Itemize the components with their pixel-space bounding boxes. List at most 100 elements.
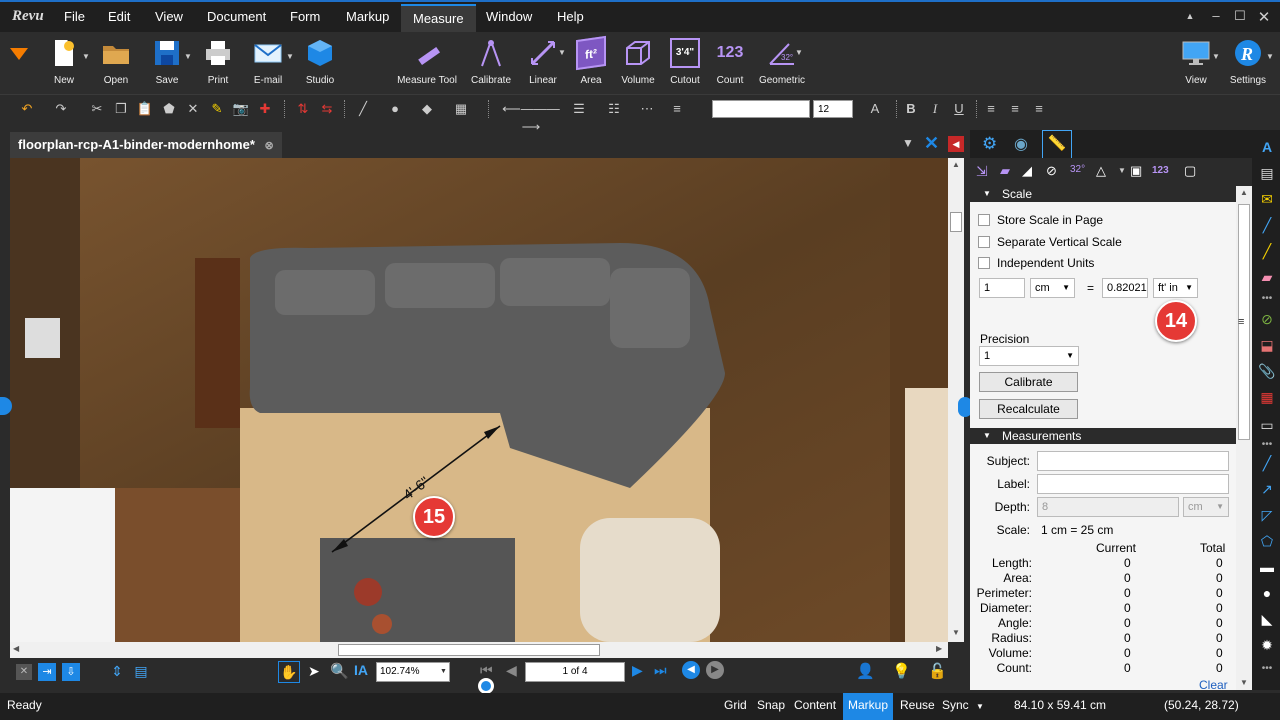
opacity-icon[interactable]: ◆ xyxy=(418,100,436,118)
scroll-right-icon[interactable]: ▶ xyxy=(936,644,942,653)
status-sync[interactable]: Sync xyxy=(942,698,969,712)
previous-page-icon[interactable]: ◀ xyxy=(506,662,517,679)
highlighter-icon[interactable]: ╱ xyxy=(1258,242,1276,260)
stamp-tool-icon[interactable]: ⬓ xyxy=(1258,336,1276,354)
ribbon-collapse-icon[interactable]: ▲ xyxy=(1180,11,1200,29)
sync-dropdown-icon[interactable]: ▼ xyxy=(976,702,984,711)
maximize-icon[interactable]: ☐ xyxy=(1230,8,1250,26)
next-page-icon[interactable]: ▶ xyxy=(632,662,643,679)
vertical-scroll-thumb[interactable] xyxy=(950,212,962,232)
geometric-button[interactable]: 32° Geometric xyxy=(752,36,812,92)
last-page-icon[interactable]: ⏭ xyxy=(654,662,667,679)
ellipse-tool-icon[interactable]: ● xyxy=(1258,584,1276,602)
panel-area-icon[interactable]: ▰ xyxy=(1000,163,1010,179)
text-color-icon[interactable]: A xyxy=(866,100,884,118)
cloud-tool-icon[interactable]: ◣ xyxy=(1258,610,1276,628)
panel-scrollbar[interactable]: ▲ ▼ xyxy=(1236,186,1252,690)
user-icon[interactable]: 👤 xyxy=(856,662,875,680)
bottom-panel-handle[interactable] xyxy=(478,678,494,694)
menu-document[interactable]: Document xyxy=(195,4,278,32)
panel-count-icon[interactable]: 123 xyxy=(1152,165,1169,176)
menu-measure[interactable]: Measure xyxy=(401,4,476,32)
studio-button[interactable]: Studio xyxy=(290,36,350,92)
stamp-icon[interactable]: ⬟ xyxy=(160,100,178,118)
panel-resize-grip-icon[interactable]: ≡ xyxy=(1238,316,1244,328)
callout-icon[interactable]: ▭ xyxy=(1258,416,1276,434)
next-view-icon[interactable]: ▶ xyxy=(706,661,724,679)
properties-gear-icon[interactable]: ⚙ xyxy=(982,134,997,154)
pan-hand-icon[interactable]: ✋ xyxy=(278,661,300,683)
panel-volume-icon[interactable]: ▣ xyxy=(1130,163,1142,179)
format-painter-icon[interactable]: ✎ xyxy=(208,100,226,118)
clear-link[interactable]: Clear xyxy=(1199,678,1228,690)
panel-scroll-up-icon[interactable]: ▲ xyxy=(1240,188,1248,197)
panel-polygon-icon[interactable]: ◢ xyxy=(1022,163,1032,179)
measurements-section-header[interactable]: ▼ Measurements xyxy=(970,428,1236,444)
link-icon[interactable]: ⊘ xyxy=(1258,310,1276,328)
settings-dropdown-icon[interactable]: ▼ xyxy=(1266,52,1274,61)
download-icon[interactable]: ⇩ xyxy=(62,663,80,681)
page-number-input[interactable]: 1 of 4 xyxy=(525,662,625,682)
close-tab-icon[interactable]: ⊗ xyxy=(265,140,274,152)
geometric-dropdown-icon[interactable]: ▼ xyxy=(795,48,803,57)
measurements-tab-icon[interactable]: 📏 xyxy=(1042,130,1072,158)
markup-icon[interactable]: ✚ xyxy=(256,100,274,118)
scale-section-header[interactable]: ▼ Scale xyxy=(970,186,1236,202)
minimize-icon[interactable]: – xyxy=(1206,8,1226,26)
select-text-icon[interactable]: IA xyxy=(354,662,368,678)
zoom-dropdown-icon[interactable]: ▼ xyxy=(440,668,447,675)
scale-right-unit-select[interactable]: ft' in ▼ xyxy=(1153,278,1198,298)
font-family-select[interactable] xyxy=(712,100,810,118)
menu-help[interactable]: Help xyxy=(545,4,596,32)
scale-left-unit-select[interactable]: cm ▼ xyxy=(1030,278,1075,298)
menu-file[interactable]: File xyxy=(52,4,97,32)
store-scale-checkbox[interactable] xyxy=(978,214,990,226)
line-tool-icon[interactable]: ╱ xyxy=(1258,454,1276,472)
email-button[interactable]: E-mail xyxy=(238,36,298,92)
close-document-icon[interactable]: ✕ xyxy=(924,133,939,154)
scroll-left-icon[interactable]: ◀ xyxy=(13,644,19,653)
arrow-tool-icon[interactable]: ↗ xyxy=(1258,480,1276,498)
line-start-end-icon[interactable]: ⟵———⟶ xyxy=(496,100,566,134)
split-view-icon[interactable]: ▤ xyxy=(132,663,150,681)
menu-view[interactable]: View xyxy=(143,4,195,32)
italic-icon[interactable]: I xyxy=(926,100,944,118)
flip-icon[interactable]: ⇅ xyxy=(294,100,312,118)
view-button[interactable]: View xyxy=(1166,36,1226,92)
fill-color-icon[interactable]: ● xyxy=(386,100,404,118)
status-content[interactable]: Content xyxy=(794,698,836,712)
count-button[interactable]: 123 Count xyxy=(700,36,760,92)
fit-width-icon[interactable]: ⇕ xyxy=(108,663,126,681)
new-button[interactable]: New xyxy=(34,36,94,92)
polyline-icon[interactable]: ◸ xyxy=(1258,506,1276,524)
panel-scroll-down-icon[interactable]: ▼ xyxy=(1240,678,1248,687)
font-size-select[interactable]: 12 xyxy=(813,100,853,118)
line-style-icon[interactable]: ☰ xyxy=(570,100,588,118)
align-center-icon[interactable]: ≡ xyxy=(1006,100,1024,118)
panel-tools-dropdown-icon[interactable]: ▼ xyxy=(1118,166,1126,175)
align-right-icon[interactable]: ≡ xyxy=(1030,100,1048,118)
panel-linear-icon[interactable]: ⇲ xyxy=(976,163,988,180)
attachment-icon[interactable]: 📎 xyxy=(1258,362,1276,380)
recalculate-button[interactable]: Recalculate xyxy=(979,399,1078,419)
menu-window[interactable]: Window xyxy=(474,4,544,32)
image-icon[interactable]: ▦ xyxy=(1258,388,1276,406)
note-icon[interactable]: ✉ xyxy=(1258,190,1276,208)
previous-view-icon[interactable]: ◀ xyxy=(682,661,700,679)
select-arrow-icon[interactable]: ➤ xyxy=(308,663,320,680)
separate-vertical-checkbox[interactable] xyxy=(978,236,990,248)
measure-tool-button[interactable]: ▬ Measure Tool xyxy=(396,36,458,92)
menu-markup[interactable]: Markup xyxy=(334,4,401,32)
zoom-icon[interactable]: 🔍 xyxy=(330,662,349,680)
hatch-icon[interactable]: ▦ xyxy=(452,100,470,118)
close-window-icon[interactable]: ✕ xyxy=(1254,8,1274,26)
panel-cutout-icon[interactable]: ▢ xyxy=(1184,163,1196,179)
scroll-down-icon[interactable]: ▼ xyxy=(952,628,960,637)
typewriter-icon[interactable]: ▤ xyxy=(1258,164,1276,182)
import-icon[interactable]: ⇥ xyxy=(38,663,56,681)
bold-icon[interactable]: B xyxy=(902,100,920,118)
depth-input[interactable]: 8 xyxy=(1037,497,1179,517)
text-tool-icon[interactable]: A xyxy=(1258,138,1276,156)
lock-icon[interactable]: 🔓 xyxy=(928,662,947,680)
snapshot-icon[interactable]: 📷 xyxy=(232,100,250,118)
